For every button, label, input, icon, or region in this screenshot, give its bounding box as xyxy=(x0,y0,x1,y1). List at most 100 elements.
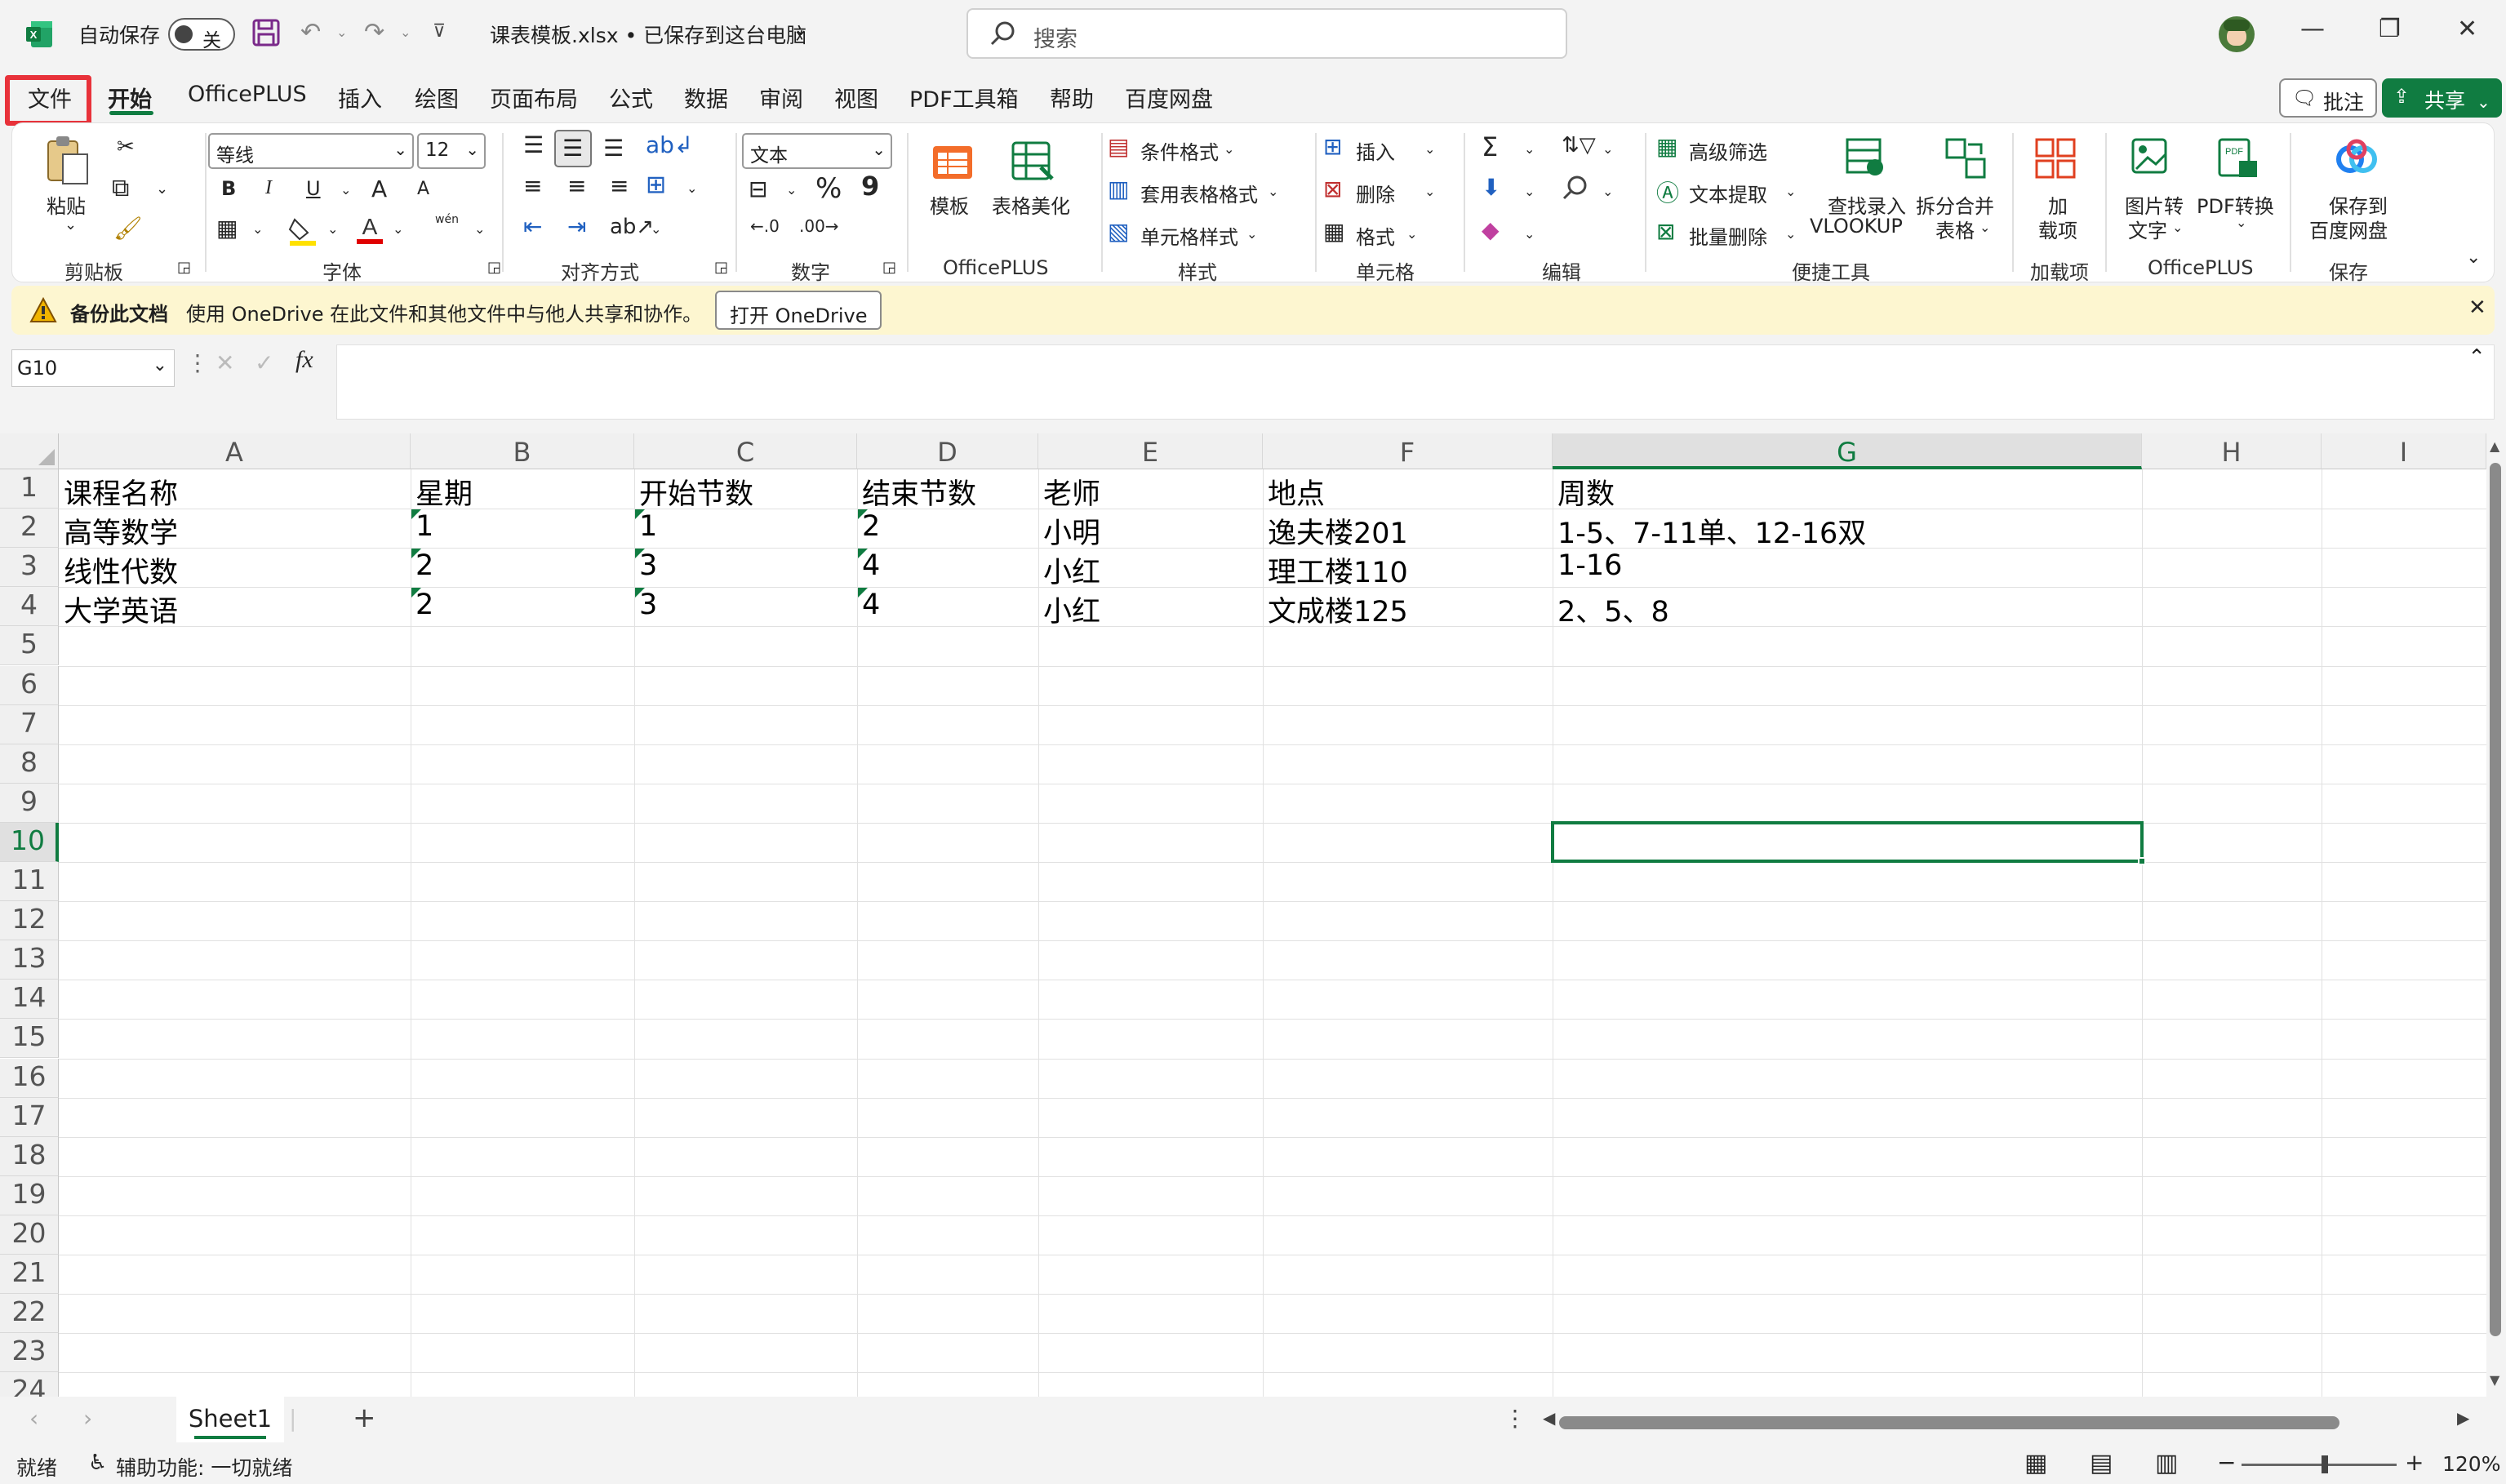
column-header-b[interactable]: B xyxy=(411,433,634,469)
underline-button[interactable]: U xyxy=(306,177,321,200)
formula-input[interactable]: ⌃ xyxy=(336,344,2495,420)
cell-a3[interactable]: 线性代数 xyxy=(59,549,178,591)
fill-color-dropdown-icon[interactable]: ⌄ xyxy=(327,221,338,237)
vertical-scrollbar[interactable]: ▲ ▼ xyxy=(2486,433,2506,1397)
borders-icon[interactable]: ▦ xyxy=(216,215,238,242)
cancel-entry-icon[interactable]: ✕ xyxy=(215,349,234,376)
error-indicator-icon[interactable] xyxy=(858,509,868,520)
next-sheet-icon[interactable]: › xyxy=(83,1405,92,1432)
align-middle-icon[interactable]: ☰ xyxy=(554,130,592,167)
error-indicator-icon[interactable] xyxy=(635,549,645,559)
vertical-scroll-thumb[interactable] xyxy=(2490,463,2501,1336)
autosave-toggle[interactable]: 关 xyxy=(168,18,235,51)
row-header-4[interactable]: 4 xyxy=(0,587,59,627)
row-header-11[interactable]: 11 xyxy=(0,862,59,902)
column-header-h[interactable]: H xyxy=(2142,433,2322,469)
autosum-dropdown-icon[interactable]: ⌄ xyxy=(1524,141,1535,157)
cell-g3[interactable]: 1-16 xyxy=(1553,549,1622,582)
table-format-dropdown-icon[interactable]: ⌄ xyxy=(1268,184,1278,199)
column-header-g[interactable]: G xyxy=(1553,433,2142,469)
accounting-format-icon[interactable]: ⊟ xyxy=(749,176,767,202)
confirm-entry-icon[interactable]: ✓ xyxy=(255,349,273,376)
redo-dropdown-icon[interactable]: ⌄ xyxy=(400,24,411,40)
delete-cells-button[interactable]: 删除 xyxy=(1356,179,1395,207)
row-header-22[interactable]: 22 xyxy=(0,1294,59,1334)
row-header-10[interactable]: 10 xyxy=(0,822,59,862)
scroll-up-icon[interactable]: ▲ xyxy=(2490,438,2499,454)
align-top-icon[interactable]: ☰ xyxy=(523,131,544,158)
clear-icon[interactable]: ◆ xyxy=(1482,216,1500,243)
row-header-15[interactable]: 15 xyxy=(0,1019,59,1059)
grow-font-button[interactable]: A xyxy=(371,176,387,202)
vlookup-label-2[interactable]: VLOOKUP xyxy=(1810,215,1903,238)
number-format-select[interactable]: 文本 ⌄ xyxy=(742,133,892,169)
cell-f2[interactable]: 逸夫楼201 xyxy=(1263,510,1408,552)
row-header-6[interactable]: 6 xyxy=(0,665,59,705)
cell-c1[interactable]: 开始节数 xyxy=(634,471,753,513)
collapse-formula-bar-icon[interactable]: ⌃ xyxy=(2468,345,2486,370)
split-merge-icon[interactable] xyxy=(1944,136,1988,184)
zoom-slider[interactable] xyxy=(2242,1464,2397,1466)
row-header-18[interactable]: 18 xyxy=(0,1136,59,1176)
format-cells-icon[interactable]: ▦ xyxy=(1323,218,1344,245)
fill-icon[interactable]: ⬇ xyxy=(1482,174,1500,201)
split-merge-label-2[interactable]: 表格 xyxy=(1935,215,1975,243)
sheet-tab-sheet1[interactable]: Sheet1 xyxy=(176,1397,284,1442)
template-icon[interactable] xyxy=(930,138,975,187)
addins-icon[interactable] xyxy=(2033,136,2077,184)
error-indicator-icon[interactable] xyxy=(635,509,645,520)
increase-decimal-icon[interactable]: ←.0 xyxy=(750,216,780,236)
row-header-8[interactable]: 8 xyxy=(0,744,59,784)
cell-d1[interactable]: 结束节数 xyxy=(857,471,976,513)
row-header-20[interactable]: 20 xyxy=(0,1215,59,1255)
increase-indent-icon[interactable]: ⇥ xyxy=(567,213,586,240)
font-family-select[interactable]: 等线 ⌄ xyxy=(208,133,414,169)
phonetic-dropdown-icon[interactable]: ⌄ xyxy=(474,221,485,237)
template-label[interactable]: 模板 xyxy=(930,190,969,219)
tab-formulas[interactable]: 公式 xyxy=(609,82,653,113)
zoom-level[interactable]: 120% xyxy=(2442,1452,2500,1476)
row-header-24[interactable]: 24 xyxy=(0,1372,59,1397)
delete-dropdown-icon[interactable]: ⌄ xyxy=(1424,184,1435,199)
scroll-left-icon[interactable]: ◀ xyxy=(1543,1408,1555,1428)
minimize-icon[interactable]: — xyxy=(2300,15,2325,43)
column-header-a[interactable]: A xyxy=(59,433,411,469)
accessibility-status[interactable]: 辅助功能: 一切就绪 xyxy=(116,1452,292,1482)
underline-dropdown-icon[interactable]: ⌄ xyxy=(340,182,351,198)
bold-button[interactable]: B xyxy=(221,177,236,200)
redo-icon[interactable]: ↷ xyxy=(364,18,384,47)
clipboard-launcher-icon[interactable]: ◲ xyxy=(177,259,191,276)
column-header-i[interactable]: I xyxy=(2322,433,2486,469)
batch-delete-icon[interactable]: ⊠ xyxy=(1656,218,1675,245)
copy-icon[interactable]: ⧉ xyxy=(112,174,129,202)
row-header-3[interactable]: 3 xyxy=(0,548,59,588)
error-indicator-icon[interactable] xyxy=(411,509,421,520)
row-header-2[interactable]: 2 xyxy=(0,509,59,549)
font-size-select[interactable]: 12 ⌄ xyxy=(417,133,486,169)
save-baidu-label-2[interactable]: 百度网盘 xyxy=(2309,215,2388,243)
batch-delete-button[interactable]: 批量删除 xyxy=(1689,221,1767,250)
insert-cells-button[interactable]: 插入 xyxy=(1356,136,1395,165)
pdf-convert-dropdown-icon[interactable]: ⌄ xyxy=(2236,215,2246,230)
open-onedrive-button[interactable]: 打开 OneDrive xyxy=(715,291,882,330)
add-sheet-icon[interactable]: + xyxy=(353,1402,376,1434)
tab-view[interactable]: 视图 xyxy=(834,82,878,113)
orientation-icon[interactable]: ab↗ xyxy=(610,215,654,239)
error-indicator-icon[interactable] xyxy=(858,549,868,559)
horizontal-scroll-thumb[interactable] xyxy=(1559,1416,2339,1429)
align-left-icon[interactable]: ≡ xyxy=(523,172,542,199)
image-to-text-dropdown-icon[interactable]: ⌄ xyxy=(2172,220,2183,235)
zoom-in-icon[interactable]: + xyxy=(2405,1449,2424,1476)
insert-dropdown-icon[interactable]: ⌄ xyxy=(1424,141,1435,157)
insert-cells-icon[interactable]: ⊞ xyxy=(1323,133,1342,160)
find-dropdown-icon[interactable]: ⌄ xyxy=(1602,184,1613,199)
search-box[interactable]: 搜索 xyxy=(966,8,1567,59)
tab-review[interactable]: 审阅 xyxy=(759,82,803,113)
sort-filter-icon[interactable]: ⇅▽ xyxy=(1562,133,1596,158)
row-header-14[interactable]: 14 xyxy=(0,980,59,1020)
conditional-format-icon[interactable]: ▤ xyxy=(1108,133,1129,160)
undo-icon[interactable]: ↶ xyxy=(300,18,321,47)
error-indicator-icon[interactable] xyxy=(635,588,645,598)
collapse-ribbon-icon[interactable]: ⌄ xyxy=(2466,247,2481,268)
align-center-icon[interactable]: ≡ xyxy=(567,172,586,199)
